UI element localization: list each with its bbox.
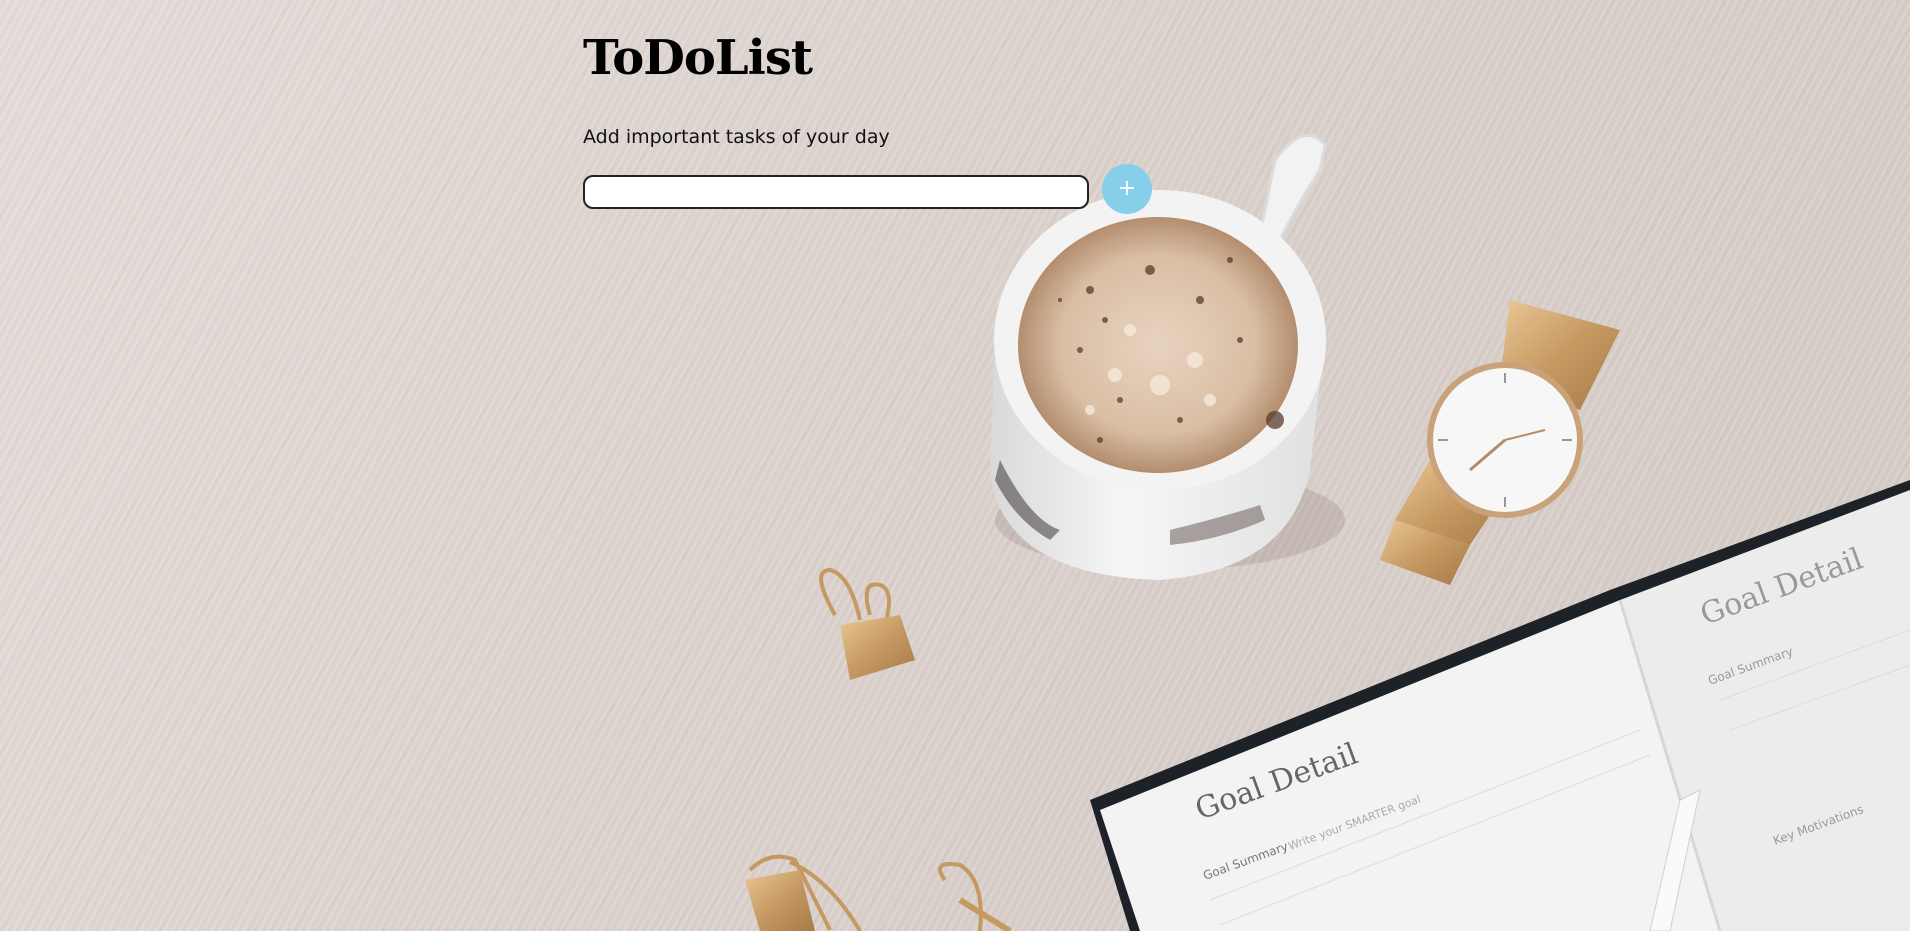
wristwatch <box>1380 300 1620 585</box>
binder-clip <box>819 567 915 680</box>
binder-clip <box>745 854 862 931</box>
task-input[interactable] <box>583 174 1089 209</box>
page-title: ToDoList <box>583 30 813 86</box>
plus-icon: + <box>1117 176 1137 202</box>
add-task-button[interactable]: + <box>1102 163 1152 214</box>
binder-clip <box>938 862 1012 931</box>
task-input-row: + <box>583 163 1152 214</box>
page-subtitle: Add important tasks of your day <box>583 125 890 148</box>
todo-container: ToDoList Add important tasks of your day… <box>583 30 1152 214</box>
